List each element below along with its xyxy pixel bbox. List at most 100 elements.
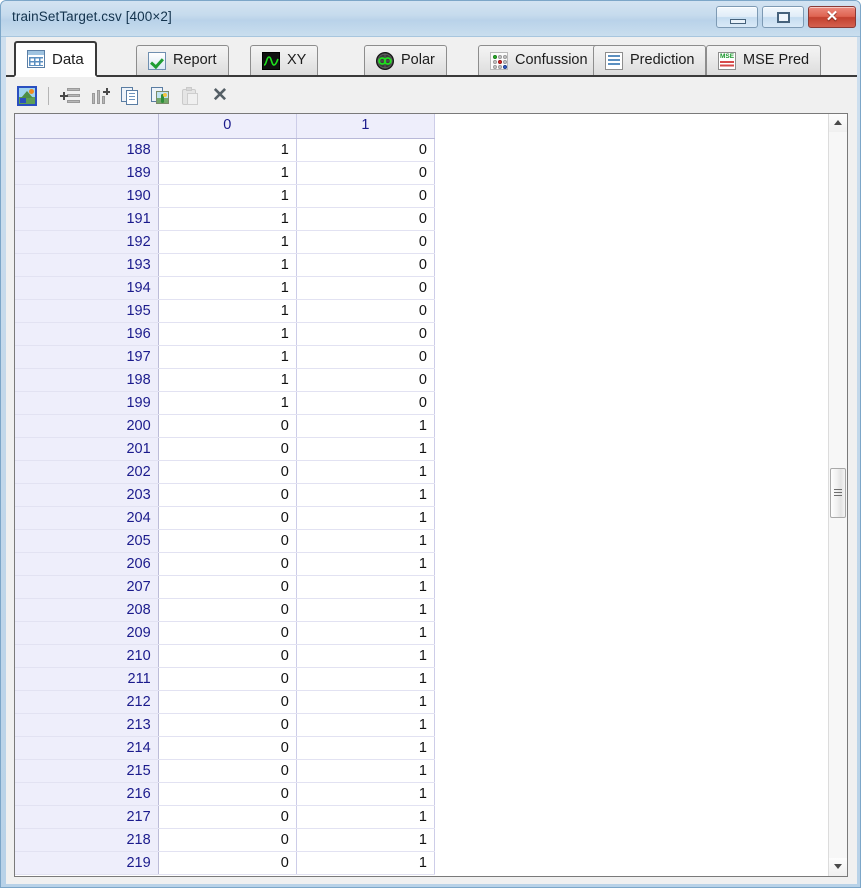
table-row[interactable]: 201 0 1 [15,437,436,461]
tab-prediction[interactable]: Prediction [593,45,707,75]
grid-corner-cell[interactable] [15,114,159,139]
table-row[interactable]: 198 1 0 [15,368,436,392]
table-row[interactable]: 217 0 1 [15,805,436,829]
table-cell[interactable]: 1 [296,621,436,645]
row-header-cell[interactable]: 195 [15,299,159,323]
table-cell[interactable]: 0 [296,253,436,277]
table-row[interactable]: 219 0 1 [15,851,436,875]
table-cell[interactable]: 1 [296,690,436,714]
table-cell[interactable]: 0 [158,828,297,852]
table-cell[interactable]: 1 [158,230,297,254]
row-header-cell[interactable]: 193 [15,253,159,277]
tab-polar[interactable]: Polar [364,45,447,75]
table-cell[interactable]: 1 [158,322,297,346]
table-row[interactable]: 196 1 0 [15,322,436,346]
table-cell[interactable]: 1 [296,805,436,829]
row-header-cell[interactable]: 207 [15,575,159,599]
delete-button[interactable]: ✕ [207,84,233,108]
table-cell[interactable]: 0 [296,322,436,346]
table-cell[interactable]: 1 [296,552,436,576]
table-row[interactable]: 190 1 0 [15,184,436,208]
tab-mse-pred[interactable]: MSE MSE Pred [706,45,822,75]
row-header-cell[interactable]: 209 [15,621,159,645]
copy-button[interactable] [117,84,143,108]
table-cell[interactable]: 1 [296,667,436,691]
row-header-cell[interactable]: 218 [15,828,159,852]
row-header-cell[interactable]: 208 [15,598,159,622]
table-cell[interactable]: 1 [158,391,297,415]
table-cell[interactable]: 1 [296,483,436,507]
row-header-cell[interactable]: 202 [15,460,159,484]
column-header-1[interactable]: 1 [296,114,436,139]
table-cell[interactable]: 0 [158,552,297,576]
table-cell[interactable]: 0 [158,621,297,645]
table-row[interactable]: 214 0 1 [15,736,436,760]
table-cell[interactable]: 0 [158,483,297,507]
table-cell[interactable]: 1 [296,759,436,783]
table-cell[interactable]: 1 [296,828,436,852]
table-cell[interactable]: 0 [158,414,297,438]
table-cell[interactable]: 1 [296,644,436,668]
table-cell[interactable]: 1 [296,437,436,461]
row-header-cell[interactable]: 210 [15,644,159,668]
tab-data[interactable]: Data [14,41,97,77]
table-cell[interactable]: 0 [158,506,297,530]
tab-xy[interactable]: XY [250,45,319,75]
table-cell[interactable]: 0 [296,391,436,415]
minimize-button[interactable] [716,6,758,28]
table-cell[interactable]: 1 [296,414,436,438]
row-header-cell[interactable]: 212 [15,690,159,714]
table-row[interactable]: 195 1 0 [15,299,436,323]
table-row[interactable]: 212 0 1 [15,690,436,714]
table-row[interactable]: 202 0 1 [15,460,436,484]
row-header-cell[interactable]: 206 [15,552,159,576]
table-cell[interactable]: 0 [158,667,297,691]
table-row[interactable]: 213 0 1 [15,713,436,737]
table-row[interactable]: 188 1 0 [15,138,436,162]
table-cell[interactable]: 0 [296,368,436,392]
copy-image-button[interactable] [147,84,173,108]
table-row[interactable]: 218 0 1 [15,828,436,852]
table-cell[interactable]: 1 [296,506,436,530]
row-header-cell[interactable]: 204 [15,506,159,530]
table-cell[interactable]: 0 [158,690,297,714]
table-row[interactable]: 189 1 0 [15,161,436,185]
row-header-cell[interactable]: 200 [15,414,159,438]
table-row[interactable]: 193 1 0 [15,253,436,277]
table-cell[interactable]: 0 [296,230,436,254]
data-grid-viewport[interactable]: 0 1 188 1 0 189 1 0 190 1 0 191 1 0 192 1 0 193 1 0 194 1 0 1… [15,114,828,876]
table-cell[interactable]: 0 [158,782,297,806]
table-row[interactable]: 204 0 1 [15,506,436,530]
row-header-cell[interactable]: 192 [15,230,159,254]
table-row[interactable]: 211 0 1 [15,667,436,691]
row-header-cell[interactable]: 214 [15,736,159,760]
table-cell[interactable]: 0 [158,460,297,484]
row-header-cell[interactable]: 217 [15,805,159,829]
row-header-cell[interactable]: 215 [15,759,159,783]
table-cell[interactable]: 0 [158,736,297,760]
table-cell[interactable]: 1 [296,598,436,622]
table-cell[interactable]: 0 [158,529,297,553]
table-cell[interactable]: 1 [296,575,436,599]
table-cell[interactable]: 0 [296,299,436,323]
title-bar[interactable]: trainSetTarget.csv [400×2] ✕ [1,1,860,37]
table-cell[interactable]: 1 [158,161,297,185]
table-row[interactable]: 215 0 1 [15,759,436,783]
table-cell[interactable]: 0 [158,805,297,829]
table-row[interactable]: 210 0 1 [15,644,436,668]
table-row[interactable]: 208 0 1 [15,598,436,622]
add-row-button[interactable] [57,84,83,108]
row-header-cell[interactable]: 196 [15,322,159,346]
table-row[interactable]: 205 0 1 [15,529,436,553]
table-cell[interactable]: 1 [296,529,436,553]
table-cell[interactable]: 1 [296,782,436,806]
row-header-cell[interactable]: 213 [15,713,159,737]
tab-confusion[interactable]: Confussion [478,45,600,75]
table-cell[interactable]: 1 [296,713,436,737]
row-header-cell[interactable]: 201 [15,437,159,461]
row-header-cell[interactable]: 219 [15,851,159,875]
table-cell[interactable]: 0 [158,759,297,783]
table-cell[interactable]: 1 [296,460,436,484]
row-header-cell[interactable]: 189 [15,161,159,185]
vertical-scrollbar[interactable] [828,114,847,876]
